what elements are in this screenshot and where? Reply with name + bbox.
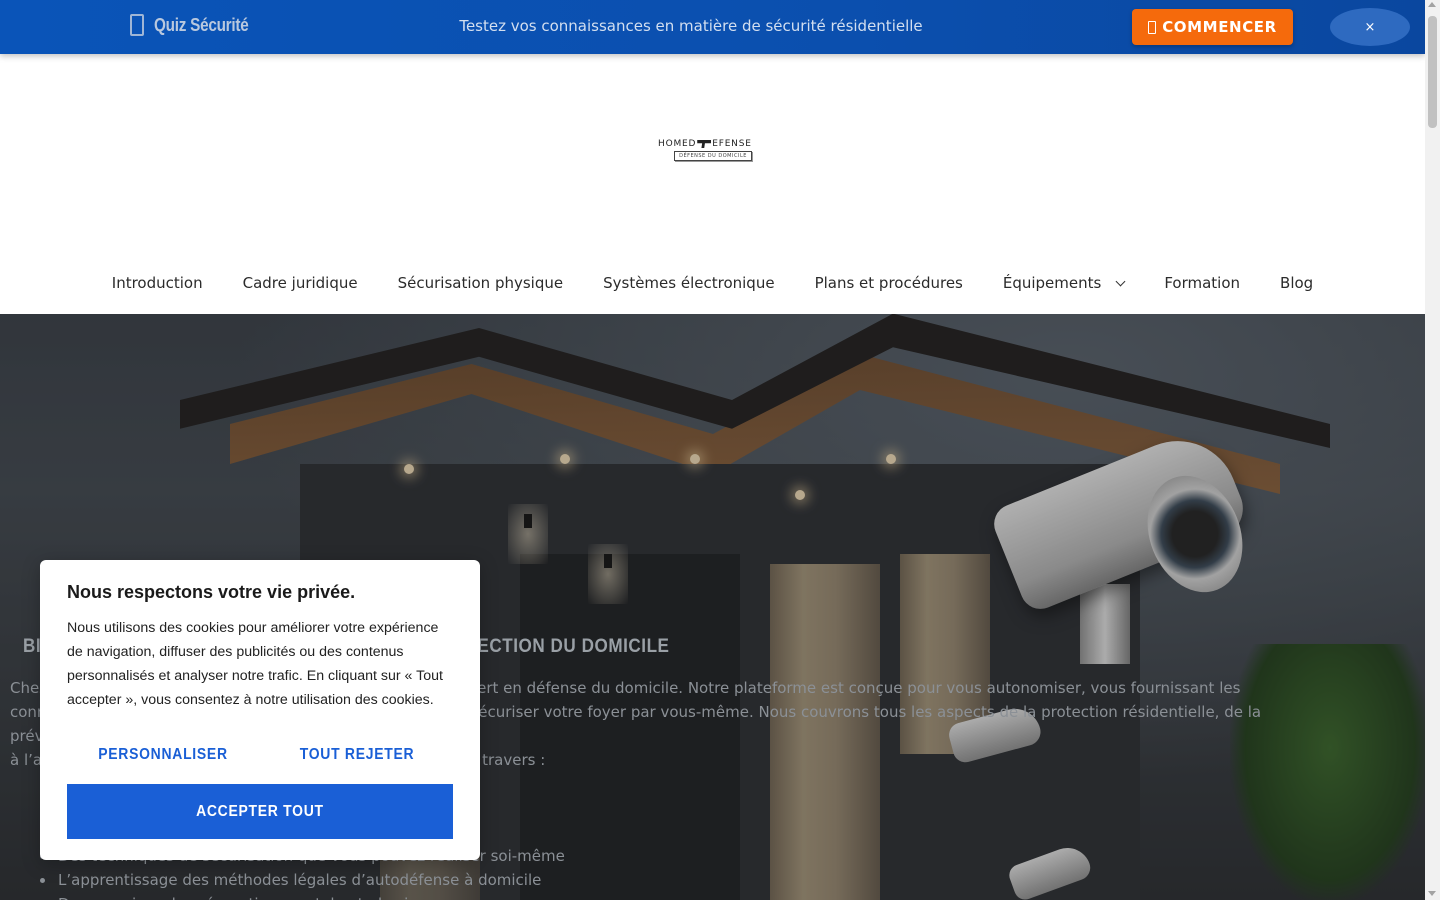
cookie-text: Nous utilisons des cookies pour améliore…: [67, 620, 443, 708]
nav-item-equipements[interactable]: Équipements: [983, 274, 1144, 292]
nav-item-securisation-physique[interactable]: Sécurisation physique: [378, 274, 584, 292]
cookie-accept-label: ACCEPTER TOUT: [196, 802, 324, 820]
cookie-reject-all-button[interactable]: TOUT REJETER: [271, 746, 444, 764]
list-item: L’apprentissage des méthodes légales d’a…: [40, 868, 565, 892]
chevron-down-icon: [1115, 276, 1126, 286]
nav-item-plans-procedures[interactable]: Plans et procédures: [795, 274, 983, 292]
hero-title-left: BI: [23, 636, 42, 657]
nav-item-cadre-juridique[interactable]: Cadre juridique: [223, 274, 378, 292]
quiz-close-button[interactable]: ×: [1330, 8, 1410, 46]
site-logo[interactable]: HOMED EFENSE DÉFENSE DU DOMICILE: [658, 139, 764, 169]
logo-text-right: EFENSE: [712, 139, 752, 149]
cookie-consent-banner: Nous respectons votre vie privée. Nous u…: [40, 560, 480, 860]
hero-intro-line-right: ert en défense du domicile. Notre platef…: [477, 679, 1241, 697]
nav-item-blog[interactable]: Blog: [1260, 274, 1333, 292]
main-nav: Introduction Cadre juridique Sécurisatio…: [0, 274, 1425, 292]
hero-intro-line-left: à l’a: [10, 751, 43, 769]
nav-item-introduction[interactable]: Introduction: [92, 274, 223, 292]
site-header: HOMED EFENSE DÉFENSE DU DOMICILE Introdu…: [0, 54, 1425, 314]
logo-text-left: HOMED: [658, 139, 697, 149]
cookie-title: Nous respectons votre vie privée.: [67, 582, 356, 602]
pistol-icon: [697, 140, 712, 148]
scroll-down-arrow-icon[interactable]: [1428, 891, 1436, 896]
nav-item-label: Équipements: [1002, 274, 1102, 292]
logo-subtitle: DÉFENSE DU DOMICILE: [674, 151, 752, 161]
quiz-start-button[interactable]: COMMENCER: [1132, 9, 1293, 45]
scrollbar-thumb[interactable]: [1428, 16, 1437, 128]
page-scrollbar[interactable]: [1425, 0, 1440, 900]
nav-item-formation[interactable]: Formation: [1144, 274, 1260, 292]
nav-item-systemes-electronique[interactable]: Systèmes électronique: [583, 274, 794, 292]
cookie-customize-button[interactable]: PERSONNALISER: [77, 746, 250, 764]
quiz-start-label: COMMENCER: [1162, 18, 1277, 36]
logo-wordmark: HOMED EFENSE: [658, 139, 764, 149]
hero-intro-line-right: travers :: [482, 751, 546, 769]
list-item: Des exercices de préparation mentale et …: [58, 892, 565, 900]
cookie-accept-all-button[interactable]: ACCEPTER TOUT: [67, 784, 453, 839]
clipboard-icon: [1148, 20, 1157, 34]
quiz-bar: Quiz Sécurité Testez vos connaissances e…: [0, 0, 1425, 54]
scroll-up-arrow-icon[interactable]: [1428, 2, 1436, 7]
cookie-secondary-actions: PERSONNALISER TOUT REJETER: [67, 746, 453, 764]
